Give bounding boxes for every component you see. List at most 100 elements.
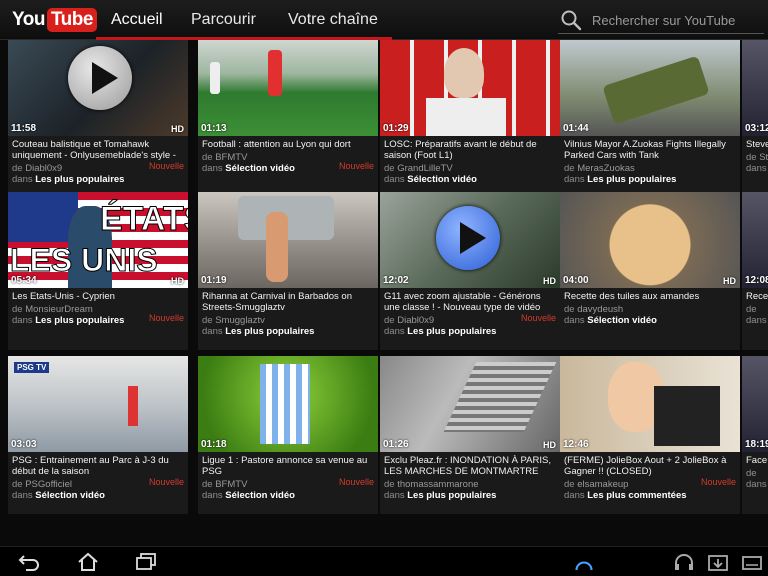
list-prefix: dans [384, 326, 405, 337]
tab-votre-chaine[interactable]: Votre chaîne [288, 0, 378, 40]
logo-you: You [12, 9, 45, 30]
tab-accueil[interactable]: Accueil [111, 0, 163, 40]
video-list: Les plus populaires [35, 174, 125, 185]
video-list: Les plus populaires [587, 174, 677, 185]
video-grid: 11:58 HD Couteau balistique et Tomahawk un… [0, 40, 768, 546]
video-title: Football : attention au Lyon qui dort [202, 139, 351, 150]
youtube-logo[interactable]: You Tube [12, 8, 97, 32]
video-author-line: de Smugglaztv [202, 315, 374, 326]
video-title: Face à [746, 455, 768, 466]
author-prefix: de [746, 468, 757, 479]
video-card[interactable]: 01:19 Rihanna at Carnival in Barbados on … [198, 192, 378, 350]
download-icon[interactable] [706, 552, 730, 572]
video-card[interactable]: 01:18 Ligue 1 : Pastore annonce sa venue … [198, 356, 378, 514]
new-badge: Nouvelle [520, 313, 556, 323]
video-thumbnail[interactable]: 04:00 HD [560, 192, 740, 288]
video-card[interactable]: 01:26 HD Exclu Pleaz.fr : INONDATION À PAR… [380, 356, 560, 514]
video-title: G11 avec zoom ajustable - Générons une c… [384, 291, 541, 313]
back-icon[interactable] [18, 552, 42, 572]
video-author: thomassammarone [397, 479, 479, 490]
list-prefix: dans [202, 163, 223, 174]
video-title: Exclu Pleaz.fr : INONDATION À PARIS, LES… [384, 455, 551, 477]
keyboard-icon[interactable] [740, 552, 764, 572]
home-icon[interactable] [76, 552, 100, 572]
video-info: Rihanna at Carnival in Barbados on Stree… [198, 288, 378, 350]
hd-badge: HD [171, 276, 184, 286]
video-thumbnail[interactable]: 01:44 [560, 40, 740, 136]
video-card[interactable]: 03:12 Steve Link (R de Stevedans Les p [742, 40, 768, 198]
video-list: Les plus populaires [35, 315, 125, 326]
video-info: PSG : Entrainement au Parc à J-3 du débu… [8, 452, 188, 514]
video-thumbnail[interactable]: 12:02 HD [380, 192, 560, 288]
video-thumbnail[interactable]: 01:18 [198, 356, 378, 452]
video-title: Recet [746, 291, 768, 302]
hd-badge: HD [543, 440, 556, 450]
video-card[interactable]: 12:08 Recet de dans [742, 192, 768, 350]
video-list-line: dans Les plus populaires [384, 326, 556, 337]
logo-tube: Tube [46, 8, 97, 32]
video-author: PSGofficiel [25, 479, 73, 490]
video-duration: 01:26 [383, 439, 409, 450]
video-list: Les plus populaires [407, 326, 497, 337]
video-thumbnail[interactable]: 01:13 [198, 40, 378, 136]
video-thumbnail[interactable]: PSG TV 03:03 [8, 356, 188, 452]
author-prefix: de [12, 304, 23, 315]
video-thumbnail[interactable]: 01:29 [380, 40, 560, 136]
author-prefix: de [746, 304, 757, 315]
video-duration: 04:00 [563, 275, 589, 286]
author-prefix: de [384, 315, 395, 326]
new-badge: Nouvelle [700, 477, 736, 487]
author-prefix: de [12, 479, 23, 490]
video-author-line: de thomassammarone [384, 479, 556, 490]
search-icon[interactable] [560, 9, 582, 31]
video-thumbnail[interactable]: ÉTATSLES UNIS05:34 HD [8, 192, 188, 288]
video-list: Les plus populaires [225, 326, 315, 337]
video-info: Couteau balistique et Tomahawk uniquemen… [8, 136, 188, 198]
video-title: Recette des tuiles aux amandes [564, 291, 700, 302]
video-thumbnail[interactable]: 01:19 [198, 192, 378, 288]
video-list-line: dans Les p [746, 163, 768, 174]
video-thumbnail[interactable]: 12:46 [560, 356, 740, 452]
video-thumbnail[interactable]: 01:26 HD [380, 356, 560, 452]
video-author: BFMTV [215, 152, 248, 163]
video-card[interactable]: 04:00 HD Recette des tuiles aux amandes de … [560, 192, 740, 350]
psg-tv-badge: PSG TV [14, 362, 50, 373]
search-input[interactable] [592, 9, 762, 31]
video-author-line: de [746, 304, 768, 315]
video-author: GrandLilleTV [397, 163, 453, 174]
hd-badge: HD [723, 276, 736, 286]
search-box[interactable] [558, 6, 764, 34]
video-card[interactable]: ÉTATSLES UNIS05:34 HD Les Etats-Unis - Cyp… [8, 192, 188, 350]
new-badge: Nouvelle [338, 161, 374, 171]
list-prefix: dans [12, 490, 33, 501]
video-duration: 11:58 [11, 123, 37, 134]
video-thumbnail[interactable]: 11:58 HD [8, 40, 188, 136]
video-title: Steve Link (R [746, 139, 768, 150]
video-card[interactable]: 18:19 Face à de dans Les p [742, 356, 768, 514]
video-card[interactable]: 11:58 HD Couteau balistique et Tomahawk un… [8, 40, 188, 198]
video-thumbnail[interactable]: 12:08 [742, 192, 768, 288]
video-card[interactable]: 01:44 Vilnius Mayor A.Zuokas Fights Illeg… [560, 40, 740, 198]
video-title: (FERME) JolieBox Aout + 2 JolieBox à Gag… [564, 455, 727, 477]
video-card[interactable]: 01:29 LOSC: Préparatifs avant le début de… [380, 40, 560, 198]
video-thumbnail[interactable]: 03:12 [742, 40, 768, 136]
video-card[interactable]: 01:13 Football : attention au Lyon qui do… [198, 40, 378, 198]
video-author: Smugglaztv [215, 315, 265, 326]
video-info: Steve Link (R de Stevedans Les p [742, 136, 768, 198]
headset-icon[interactable] [672, 552, 696, 572]
video-duration: 01:18 [201, 439, 227, 450]
video-title: PSG : Entrainement au Parc à J-3 du débu… [12, 455, 169, 477]
tab-parcourir[interactable]: Parcourir [191, 0, 256, 40]
video-thumbnail[interactable]: 18:19 [742, 356, 768, 452]
recent-apps-icon[interactable] [134, 552, 158, 572]
new-badge: Nouvelle [148, 477, 184, 487]
video-list-line: dans Les plus populaires [564, 174, 736, 185]
video-card[interactable]: PSG TV 03:03 PSG : Entrainement au Parc à … [8, 356, 188, 514]
launcher-ring-icon[interactable] [572, 550, 596, 570]
video-card[interactable]: 12:46 (FERME) JolieBox Aout + 2 JolieBox … [560, 356, 740, 514]
new-badge: Nouvelle [338, 477, 374, 487]
list-prefix: dans [384, 174, 405, 185]
list-prefix: dans [564, 315, 585, 326]
video-card[interactable]: 12:02 HD G11 avec zoom ajustable - Généron… [380, 192, 560, 350]
video-title: Couteau balistique et Tomahawk uniquemen… [12, 139, 176, 161]
